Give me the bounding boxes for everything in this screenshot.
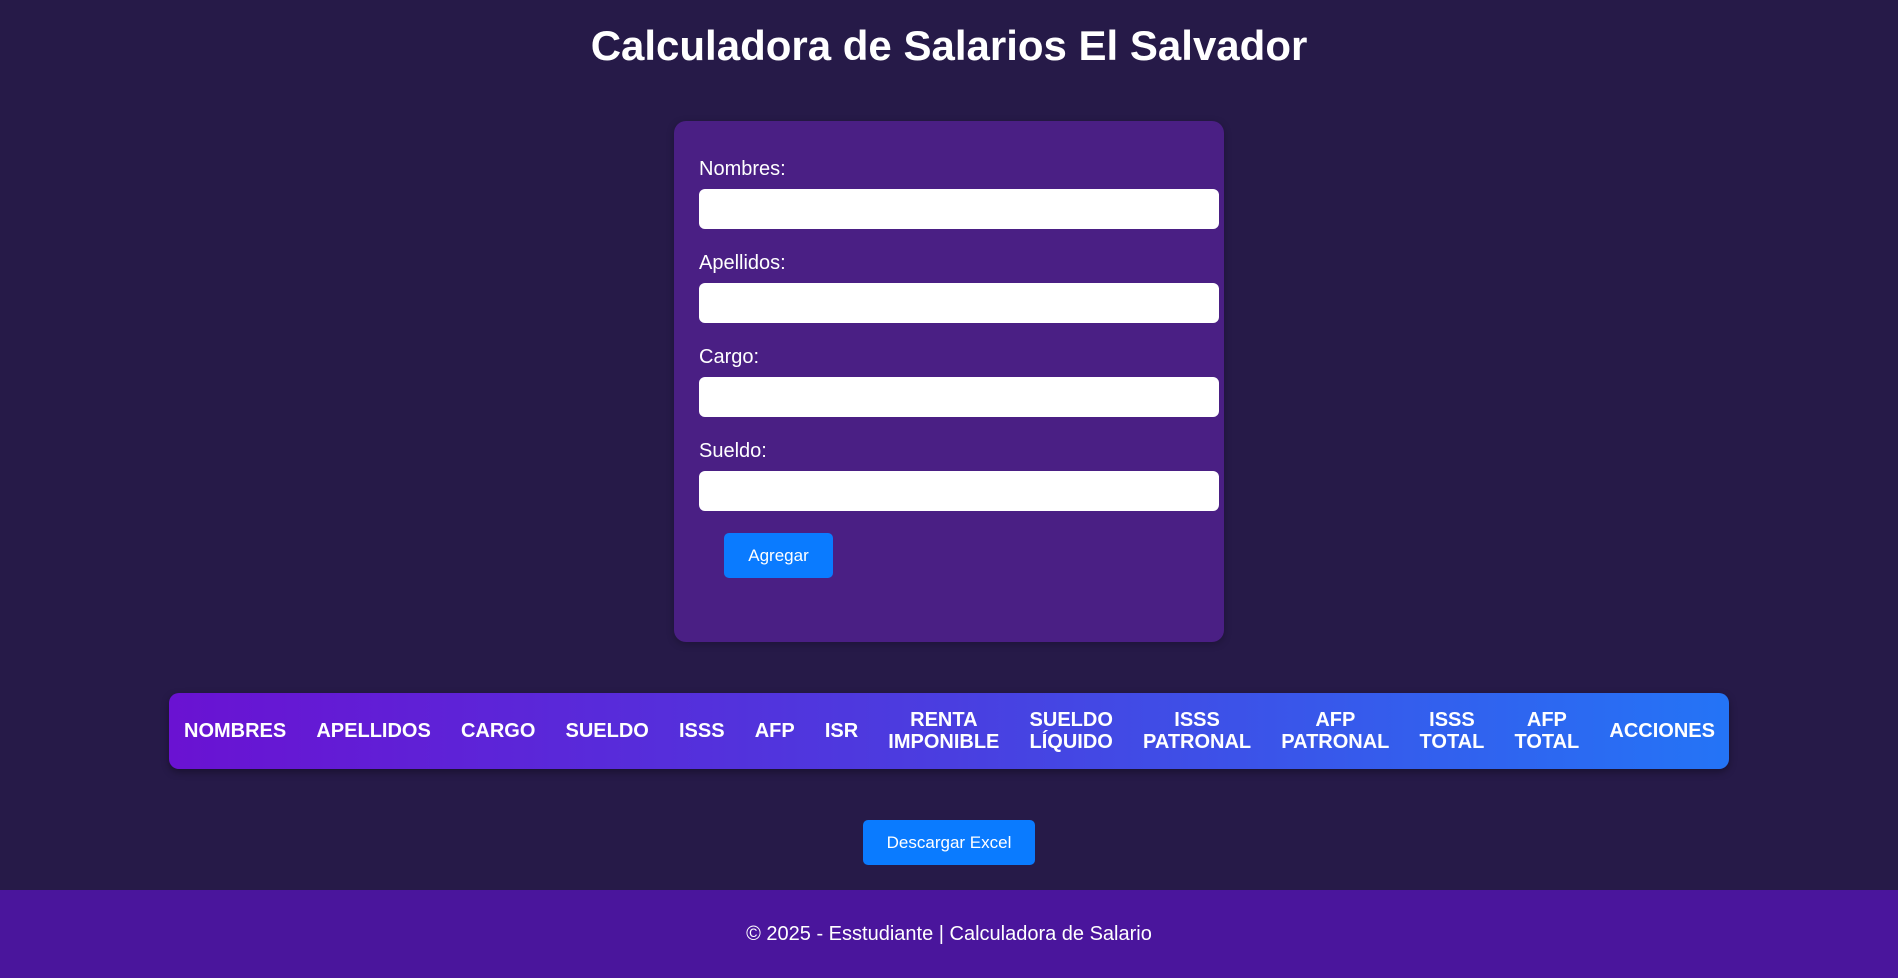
- add-button[interactable]: Agregar: [724, 533, 833, 578]
- column-header-renta-imponible: RENTA IMPONIBLE: [888, 709, 1000, 753]
- footer-text: © 2025 - Esstudiante | Calculadora de Sa…: [746, 922, 1152, 945]
- column-header-cargo: CARGO: [460, 720, 536, 742]
- download-excel-button[interactable]: Descargar Excel: [863, 820, 1035, 865]
- column-header-sueldo-liquido: SUELDO LÍQUIDO: [1029, 709, 1113, 753]
- page-title: Calculadora de Salarios El Salvador: [590, 22, 1308, 69]
- column-header-apellidos: APELLIDOS: [316, 720, 431, 742]
- nombres-input[interactable]: [699, 189, 1219, 229]
- column-header-acciones: ACCIONES: [1609, 720, 1715, 742]
- column-header-afp-total: AFP TOTAL: [1514, 709, 1580, 753]
- column-header-isss-patronal: ISSS PATRONAL: [1143, 709, 1252, 753]
- column-header-isss: ISSS: [678, 720, 725, 742]
- cargo-input[interactable]: [699, 377, 1219, 417]
- column-header-afp: AFP: [754, 720, 795, 742]
- column-header-isss-total: ISSS TOTAL: [1419, 709, 1485, 753]
- column-header-nombres: NOMBRES: [184, 720, 287, 742]
- sueldo-input[interactable]: [699, 471, 1219, 511]
- column-header-sueldo: SUELDO: [565, 720, 649, 742]
- cargo-label: Cargo:: [699, 346, 760, 368]
- apellidos-label: Apellidos:: [699, 252, 786, 274]
- column-header-isr: ISR: [824, 720, 859, 742]
- page: Calculadora de Salarios El Salvador Nomb…: [0, 0, 1898, 978]
- employee-form: Nombres: Apellidos: Cargo: Sueldo: Agreg…: [674, 121, 1224, 642]
- footer: © 2025 - Esstudiante | Calculadora de Sa…: [0, 890, 1898, 978]
- nombres-label: Nombres:: [699, 158, 786, 180]
- column-header-afp-patronal: AFP PATRONAL: [1281, 709, 1390, 753]
- salary-table-header: NOMBRES APELLIDOS CARGO SUELDO ISSS AFP …: [169, 693, 1729, 769]
- apellidos-input[interactable]: [699, 283, 1219, 323]
- sueldo-label: Sueldo:: [699, 440, 767, 462]
